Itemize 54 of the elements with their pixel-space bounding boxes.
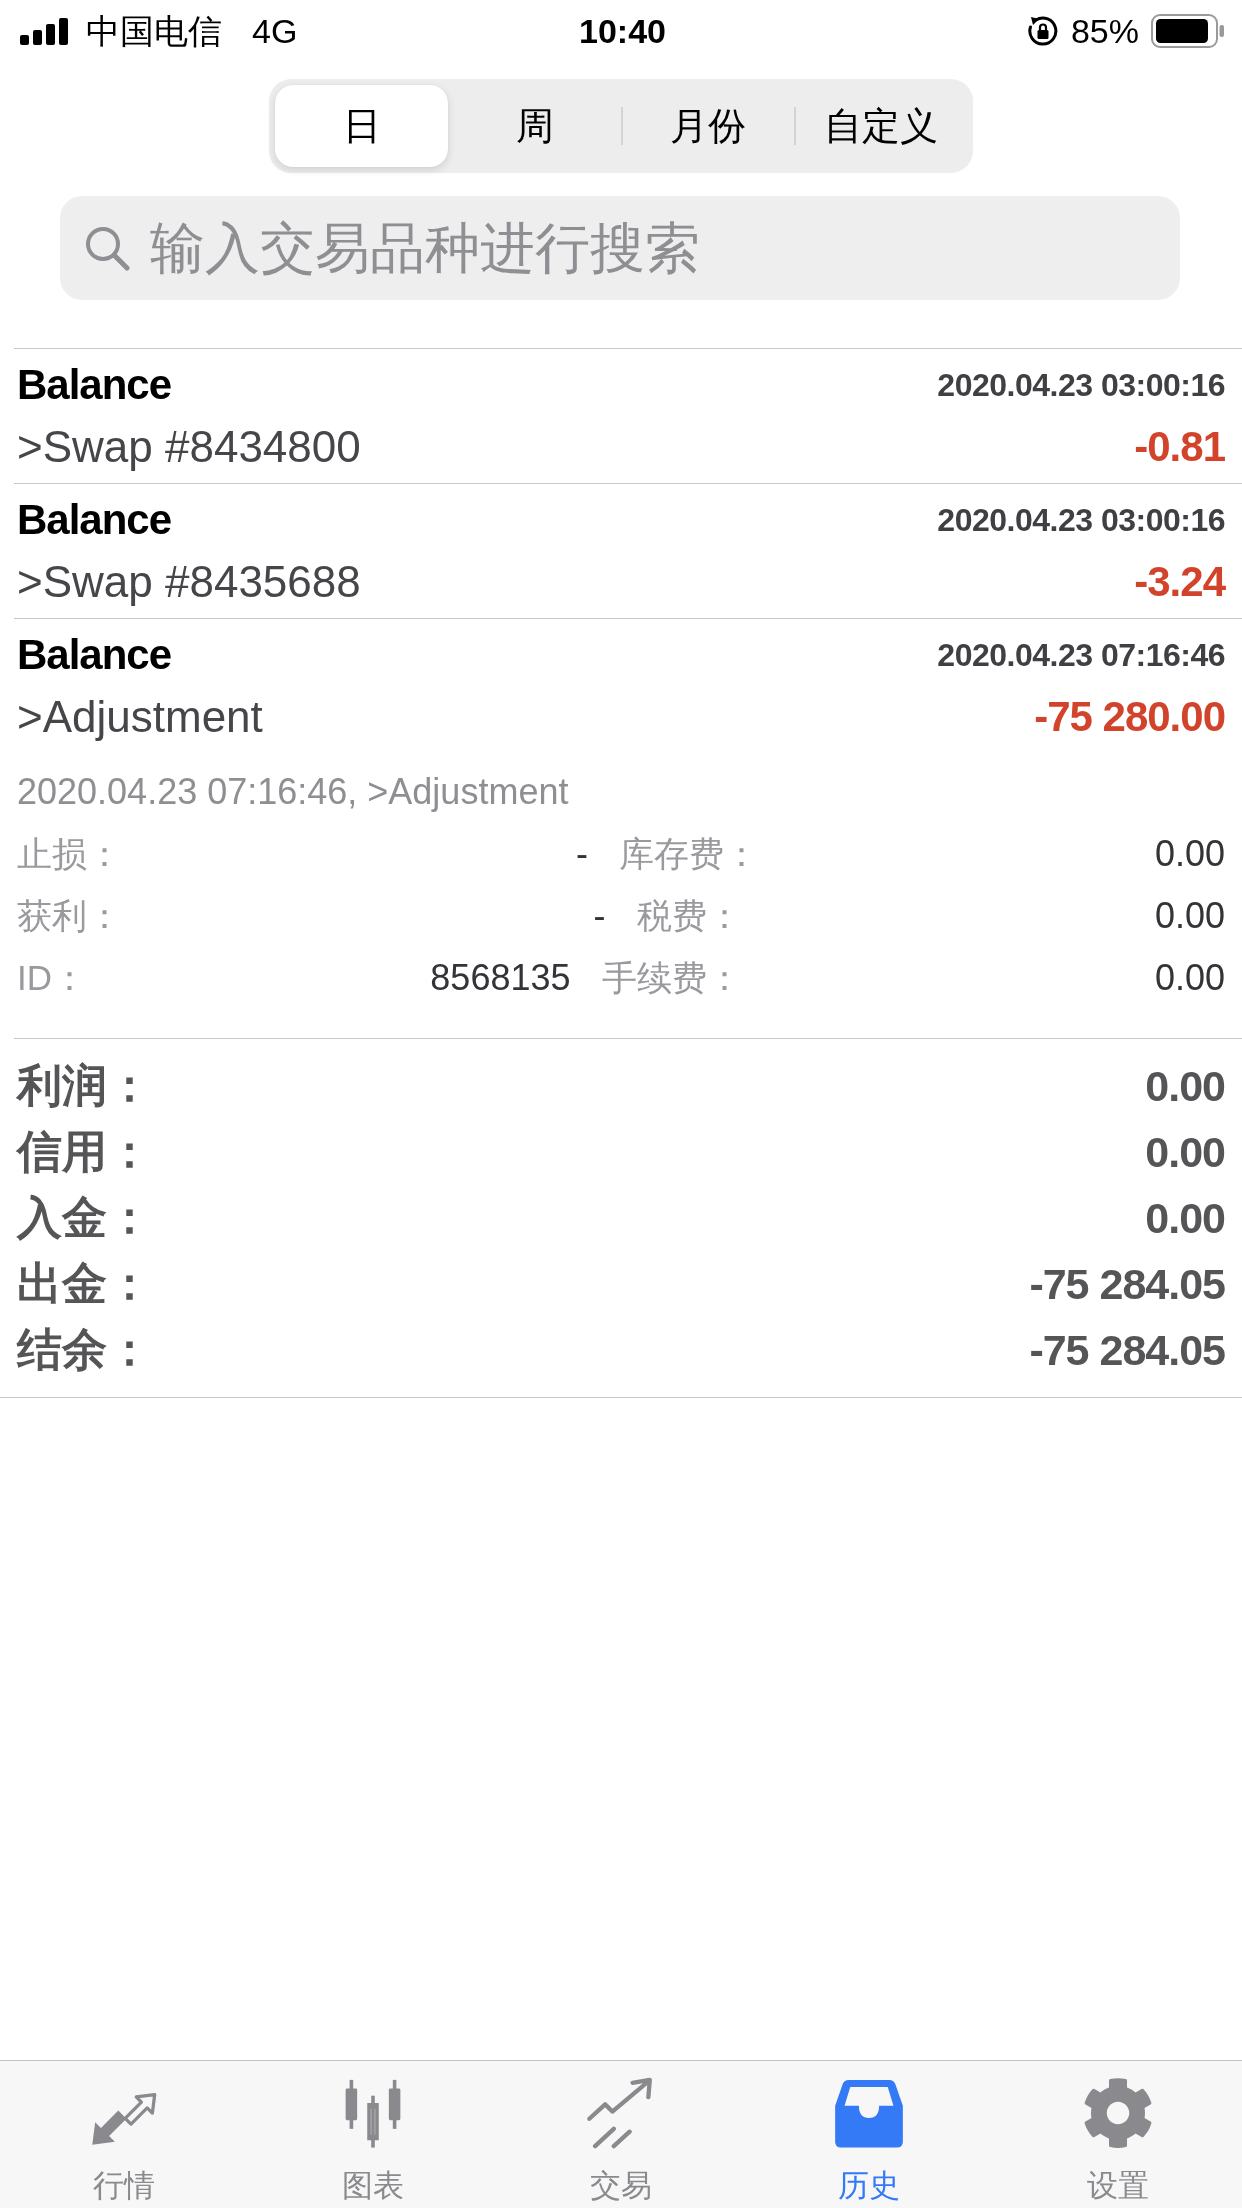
detail-label: 手续费： bbox=[601, 956, 742, 999]
tab-bar-item[interactable]: 设置 bbox=[993, 2061, 1242, 2208]
deal-time: 2020.04.23 03:00:16 bbox=[937, 366, 1225, 404]
detail-value: - bbox=[576, 833, 588, 875]
period-tab[interactable]: 日 bbox=[275, 85, 448, 167]
period-tab[interactable]: 自定义 bbox=[794, 85, 967, 167]
inbox-tray-icon bbox=[833, 2077, 906, 2149]
search-icon bbox=[84, 225, 130, 271]
detail-value: 0.00 bbox=[1154, 957, 1225, 999]
detail-label: ID： bbox=[17, 956, 87, 999]
deal-comment: >Swap #8434800 bbox=[17, 422, 361, 472]
period-tab[interactable]: 月份 bbox=[621, 85, 794, 167]
deal-comment: >Swap #8435688 bbox=[17, 557, 361, 607]
clock-time: 10:40 bbox=[579, 11, 666, 51]
total-value: 0.00 bbox=[1145, 1193, 1225, 1243]
detail-label: 税费： bbox=[636, 894, 742, 937]
detail-label: 止损： bbox=[17, 832, 122, 875]
total-label: 出金： bbox=[17, 1257, 152, 1311]
total-label: 入金： bbox=[17, 1191, 152, 1245]
total-value: 0.00 bbox=[1145, 1061, 1225, 1111]
detail-value: - bbox=[593, 895, 606, 937]
battery-icon bbox=[1151, 14, 1225, 48]
period-tab[interactable]: 周 bbox=[448, 85, 621, 167]
deal-type: Balance bbox=[17, 496, 172, 544]
deal-amount: -0.81 bbox=[1134, 423, 1225, 471]
detail-label: 库存费： bbox=[619, 832, 759, 875]
signal-strength-icon bbox=[20, 17, 70, 45]
detail-value: 0.00 bbox=[1154, 833, 1225, 875]
deal-amount: -75 280.00 bbox=[1034, 693, 1225, 741]
search-field[interactable]: 输入交易品种进行搜索 bbox=[60, 196, 1180, 300]
battery-percentage: 85% bbox=[1070, 11, 1139, 51]
total-label: 结余： bbox=[17, 1323, 152, 1377]
carrier-name: 中国电信 bbox=[86, 11, 222, 51]
tab-bar-item[interactable]: 历史 bbox=[745, 2061, 994, 2208]
tab-bar-item[interactable]: 行情 bbox=[0, 2061, 249, 2208]
deal-type: Balance bbox=[17, 631, 172, 679]
deal-comment: >Adjustment bbox=[17, 692, 263, 742]
deal-detail-summary: 2020.04.23 07:16:46, >Adjustment bbox=[17, 770, 569, 814]
total-value: -75 284.05 bbox=[1029, 1325, 1225, 1375]
total-value: -75 284.05 bbox=[1029, 1259, 1225, 1309]
deal-time: 2020.04.23 07:16:46 bbox=[937, 636, 1225, 674]
tab-bar-item[interactable]: 交易 bbox=[496, 2061, 746, 2208]
network-type: 4G bbox=[252, 11, 298, 51]
total-label: 利润： bbox=[17, 1059, 152, 1113]
deal-time: 2020.04.23 03:00:16 bbox=[937, 501, 1225, 539]
tab-bar-item[interactable]: 图表 bbox=[248, 2061, 497, 2208]
detail-value: 8568135 bbox=[430, 957, 571, 999]
deal-type: Balance bbox=[17, 361, 172, 409]
detail-label: 获利： bbox=[17, 894, 122, 937]
deal-amount: -3.24 bbox=[1134, 558, 1225, 606]
detail-value: 0.00 bbox=[1154, 895, 1225, 937]
rotation-lock-icon bbox=[1026, 15, 1059, 47]
total-label: 信用： bbox=[17, 1125, 152, 1179]
total-value: 0.00 bbox=[1145, 1127, 1225, 1177]
